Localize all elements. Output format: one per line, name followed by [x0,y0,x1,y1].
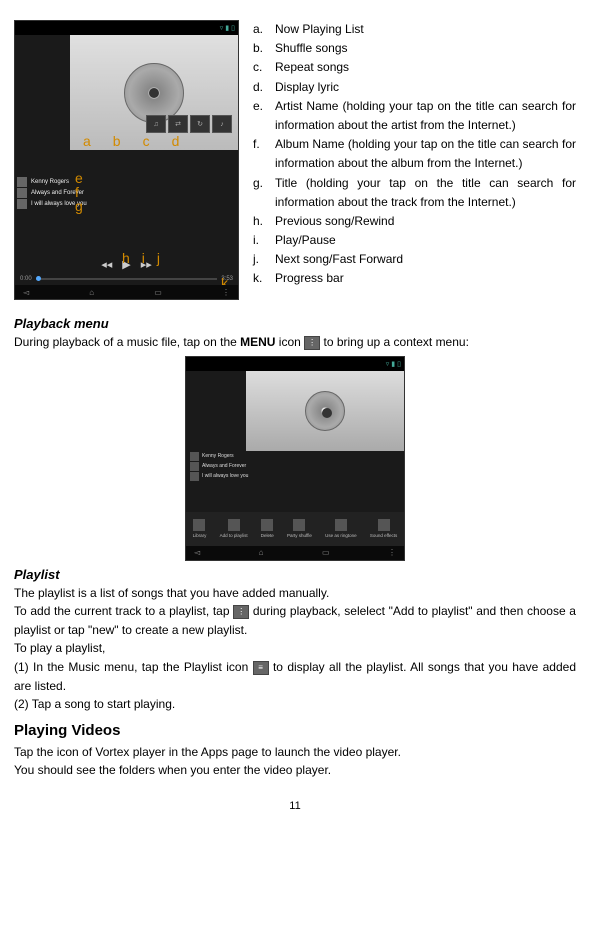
playlist-p1: The playlist is a list of songs that you… [14,584,576,603]
labels-hij: h i j [122,250,160,266]
legend-list: a.Now Playing List b.Shuffle songs c.Rep… [253,20,576,300]
playback-menu-text: During playback of a music file, tap on … [14,333,576,352]
menu-screenshot: ▿▮▯ Kenny Rogers Always and Forever I wi… [185,356,405,561]
playlist-heading: Playlist [14,567,576,582]
nav-bar: ◅⌂▭⋮ [15,285,238,299]
menu-icon: ⋮ [304,336,320,350]
playlist-step1: (1) In the Music menu, tap the Playlist … [14,658,576,695]
labels-efg: e f g [75,171,83,213]
playback-menu-heading: Playback menu [14,316,576,331]
list-2: Kenny Rogers Always and Forever I will a… [190,452,248,481]
status-bar: ▿▮▯ [15,21,238,35]
page-number: 11 [14,800,576,812]
menu-icon: ⋮ [233,605,249,619]
mini-controls: ♫ ⇄ ↻ ♪ [146,115,232,133]
playlist-icon: ≡ [253,661,269,675]
videos-p1: Tap the icon of Vortex player in the App… [14,743,576,762]
player-screenshot: ▿▮▯ ♫ ⇄ ↻ ♪ a b c d Kenny Rogers Always … [14,20,239,300]
playlist-p3: To play a playlist, [14,639,576,658]
progress-area: 0:00 3:53 [15,273,238,285]
videos-p2: You should see the folders when you ente… [14,761,576,780]
playlist-p2: To add the current track to a playlist, … [14,602,576,639]
labels-abcd: a b c d [83,133,179,149]
album-art-2 [246,371,404,451]
context-menu: Library Add to playlist Delete Party shu… [186,512,404,546]
playlist-step2: (2) Tap a song to start playing. [14,695,576,714]
videos-heading: Playing Videos [14,722,576,739]
nav-bar-2: ◅⌂▭⋮ [186,546,404,560]
status-bar: ▿▮▯ [186,357,404,371]
